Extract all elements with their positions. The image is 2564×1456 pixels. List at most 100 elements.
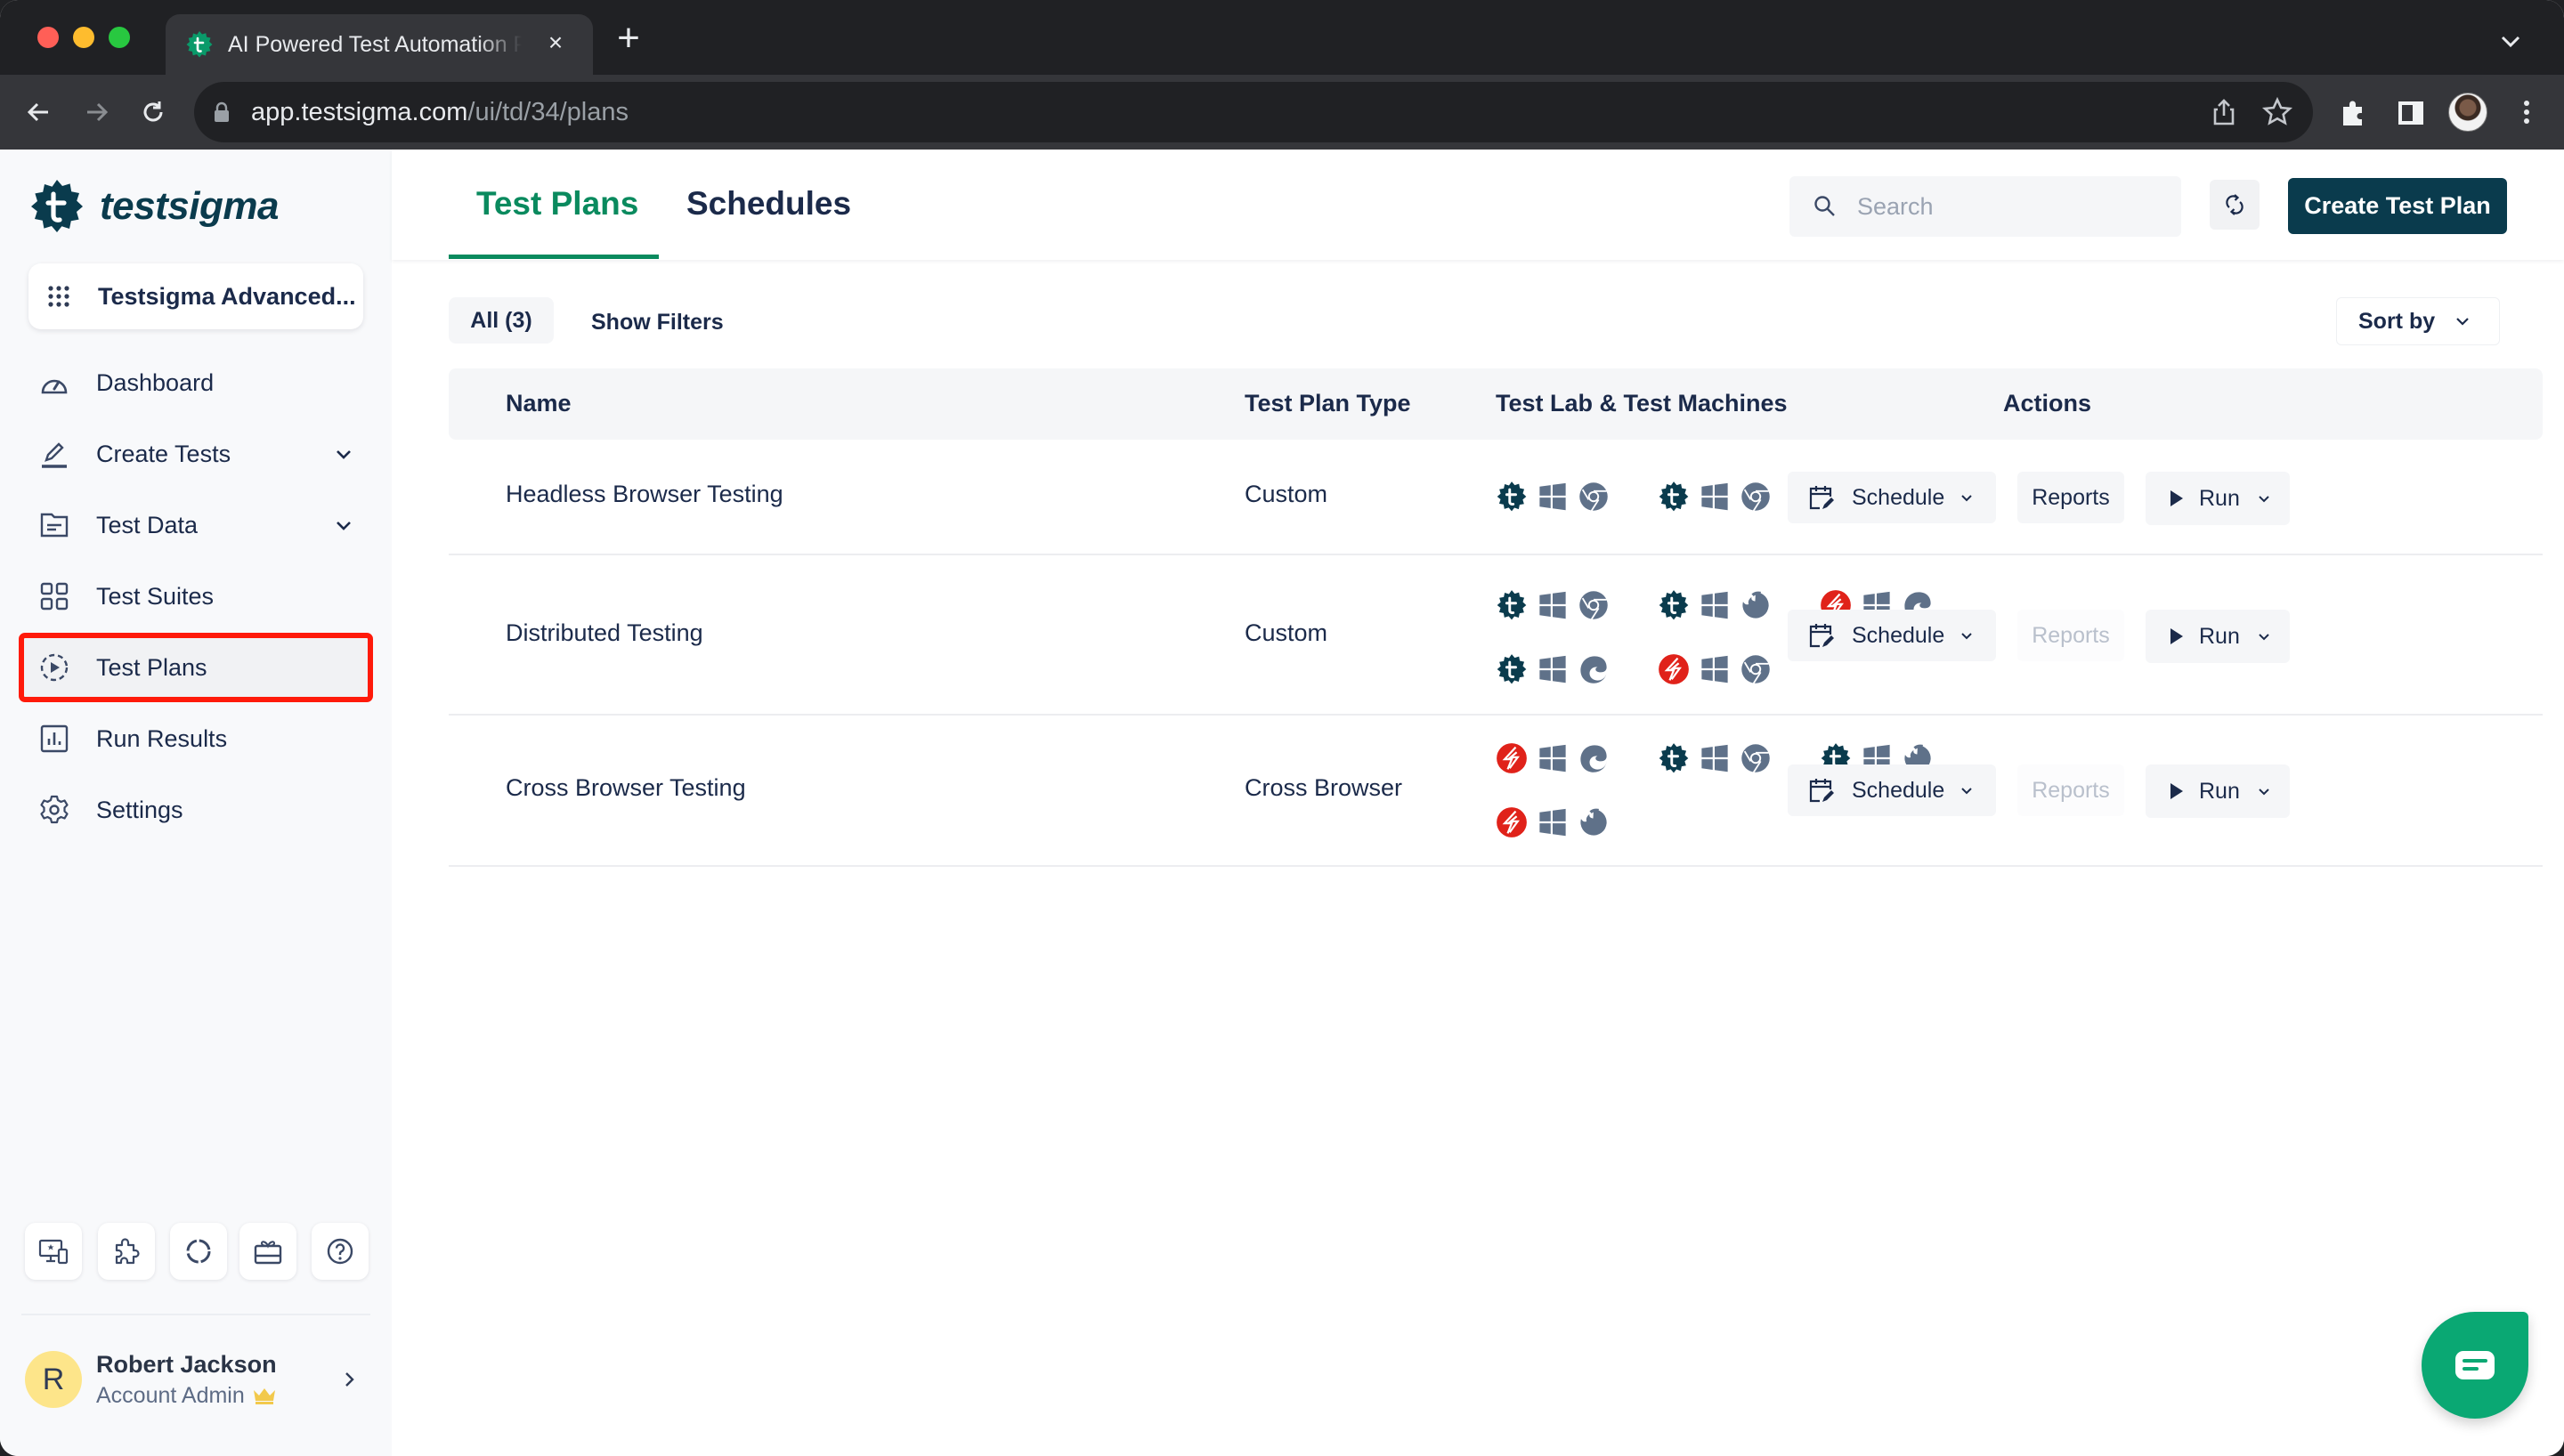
run-button[interactable]: Run	[2146, 610, 2290, 663]
search-input[interactable]	[1857, 192, 2178, 221]
minimize-window-button[interactable]	[73, 27, 94, 48]
column-header-actions: Actions	[2003, 390, 2092, 417]
show-filters-button[interactable]: Show Filters	[591, 310, 724, 336]
sidebar-item-dashboard[interactable]: Dashboard	[21, 351, 370, 415]
refresh-button[interactable]	[2210, 180, 2260, 230]
devices-button[interactable]	[25, 1223, 82, 1280]
windows-icon	[1701, 591, 1728, 619]
lambdatest-lab-icon	[1497, 743, 1527, 773]
browser-window: AI Powered Test Automation Platform × + …	[0, 0, 2564, 1456]
sidebar-item-settings[interactable]: Settings	[21, 778, 370, 842]
new-tab-button[interactable]: +	[611, 19, 646, 58]
sidebar-item-label: Test Plans	[96, 653, 207, 681]
test-machine[interactable]	[1496, 742, 1619, 774]
help-icon	[327, 1238, 353, 1265]
calendar-edit-icon	[1809, 624, 1834, 648]
column-header-machines: Test Lab & Test Machines	[1496, 390, 1788, 417]
schedule-label: Schedule	[1852, 777, 1945, 803]
schedule-button[interactable]: Schedule	[1788, 764, 1996, 816]
search-box[interactable]	[1789, 176, 2181, 237]
test-plan-name[interactable]: Headless Browser Testing	[506, 481, 783, 508]
url-text[interactable]: app.testsigma.com/ui/td/34/plans	[251, 98, 629, 127]
firefox-icon	[1742, 591, 1769, 619]
help-button[interactable]	[312, 1223, 369, 1280]
test-machine[interactable]	[1496, 653, 1619, 685]
close-tab-icon[interactable]: ×	[540, 27, 572, 59]
extensions-puzzle-icon[interactable]	[2336, 94, 2372, 130]
chevron-down-icon	[337, 522, 351, 530]
test-machine[interactable]	[1496, 481, 1619, 513]
create-test-plan-button[interactable]: Create Test Plan	[2288, 178, 2507, 234]
column-header-type: Test Plan Type	[1245, 390, 1411, 417]
reports-button[interactable]: Reports	[2017, 764, 2124, 816]
user-profile[interactable]: R Robert Jackson Account Admin	[25, 1349, 372, 1412]
forward-arrow-icon[interactable]	[78, 94, 114, 130]
maximize-window-button[interactable]	[109, 27, 130, 48]
schedule-button[interactable]: Schedule	[1788, 610, 1996, 661]
test-machine[interactable]	[1658, 481, 1781, 513]
testsigma-logo-icon	[31, 180, 83, 232]
browser-tab[interactable]: AI Powered Test Automation Platform ×	[166, 14, 593, 75]
back-arrow-icon[interactable]	[21, 94, 57, 130]
app: testsigma Testsigma Advanced... Dashboar…	[0, 150, 2564, 1456]
sidebar-item-test-plans[interactable]: Test Plans	[19, 633, 373, 702]
column-header-name[interactable]: Name	[506, 390, 572, 417]
lambdatest-lab-icon	[1659, 654, 1689, 684]
schedule-button[interactable]: Schedule	[1788, 472, 1996, 523]
status-button[interactable]	[170, 1223, 227, 1280]
sidebar-item-label: Test Suites	[96, 582, 215, 610]
schedule-label: Schedule	[1852, 622, 1945, 648]
test-machine[interactable]	[1658, 589, 1781, 621]
brand-logo[interactable]: testsigma	[28, 178, 279, 235]
close-window-button[interactable]	[37, 27, 59, 48]
testsigma-lab-icon	[1497, 654, 1527, 684]
filter-all-button[interactable]: All (3)	[449, 297, 554, 344]
reports-button[interactable]: Reports	[2017, 472, 2124, 523]
chevron-down-icon	[1961, 633, 1972, 640]
sidebar-item-test-suites[interactable]: Test Suites	[21, 564, 370, 628]
tab-test-plans[interactable]: Test Plans	[476, 185, 638, 222]
test-machine[interactable]	[1496, 806, 1619, 838]
test-machine[interactable]	[1496, 589, 1619, 621]
sidebar-divider	[21, 1314, 370, 1315]
chrome-icon	[1741, 482, 1770, 512]
bookmark-star-icon[interactable]	[2261, 96, 2293, 128]
whats-new-button[interactable]	[239, 1223, 296, 1280]
side-panel-icon[interactable]	[2393, 94, 2429, 130]
profile-avatar[interactable]	[2448, 93, 2487, 132]
table-row[interactable]: Distributed Testing Custom Schedule Reports…	[449, 555, 2543, 716]
test-machine[interactable]	[1658, 742, 1781, 774]
sidebar-item-run-results[interactable]: Run Results	[21, 707, 370, 771]
chevron-down-icon	[1961, 788, 1972, 795]
test-plan-name[interactable]: Cross Browser Testing	[506, 774, 746, 802]
test-machine[interactable]	[1658, 653, 1781, 685]
brand-name: testsigma	[100, 184, 279, 228]
add-ons-button[interactable]	[98, 1223, 155, 1280]
sidebar-item-test-data[interactable]: Test Data	[21, 493, 370, 557]
chrome-icon	[1741, 744, 1770, 773]
run-button[interactable]: Run	[2146, 472, 2290, 525]
tab-title: AI Powered Test Automation Platform	[228, 32, 522, 57]
sidebar-item-create-tests[interactable]: Create Tests	[21, 422, 370, 486]
table-row[interactable]: Cross Browser Testing Cross Browser Schedu…	[449, 716, 2543, 867]
test-plan-name[interactable]: Distributed Testing	[506, 619, 703, 647]
avatar: R	[25, 1351, 82, 1408]
apps-grid-icon	[48, 286, 69, 307]
workspace-switcher[interactable]: Testsigma Advanced...	[28, 263, 363, 329]
sort-by-label: Sort by	[2358, 308, 2436, 334]
tab-schedules[interactable]: Schedules	[686, 185, 851, 222]
chrome-icon	[1579, 591, 1608, 620]
table-row[interactable]: Headless Browser Testing Custom Schedule Re…	[449, 440, 2543, 555]
chevron-down-icon[interactable]	[2495, 25, 2527, 57]
reports-button[interactable]: Reports	[2017, 610, 2124, 661]
run-button[interactable]: Run	[2146, 764, 2290, 818]
more-menu-icon[interactable]	[2509, 94, 2544, 130]
sort-by-dropdown[interactable]: Sort by	[2336, 297, 2500, 345]
reload-icon[interactable]	[135, 94, 171, 130]
share-icon[interactable]	[2208, 96, 2240, 128]
chat-support-button[interactable]	[2422, 1312, 2528, 1419]
row-actions: Schedule Reports Run	[1788, 472, 2304, 525]
address-bar[interactable]: app.testsigma.com/ui/td/34/plans	[194, 82, 2313, 142]
windows-icon	[1701, 744, 1728, 772]
windows-icon	[1701, 655, 1728, 684]
